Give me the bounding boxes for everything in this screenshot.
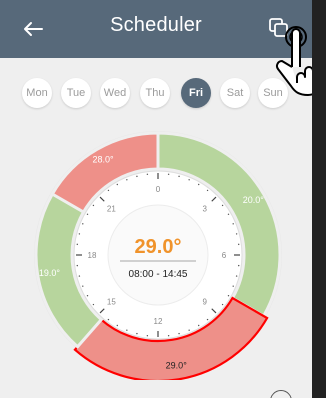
dial-tick — [227, 295, 230, 297]
hour-label: 12 — [154, 317, 163, 326]
segment-temp-label: 28.0° — [92, 155, 114, 165]
dial-tick — [146, 335, 149, 337]
dial-tick — [206, 318, 209, 321]
dial-tick — [116, 183, 119, 186]
hour-label: 18 — [88, 251, 97, 260]
tap-gesture-icon — [276, 26, 314, 96]
dial-tick — [238, 264, 240, 267]
hour-label: 6 — [222, 251, 227, 260]
day-button-fri[interactable]: Fri — [181, 78, 211, 108]
day-button-tue[interactable]: Tue — [61, 78, 91, 108]
dial-tick — [136, 175, 138, 178]
dial-tick — [76, 243, 78, 246]
center-temperature: 29.0° — [135, 236, 182, 258]
segment-temp-label: 19.0° — [39, 268, 61, 278]
day-button-sat[interactable]: Sat — [220, 78, 250, 108]
day-button-wed[interactable]: Wed — [100, 78, 130, 108]
dial-tick — [221, 303, 224, 306]
hour-label: 15 — [107, 298, 116, 307]
segment-temp-label: 29.0° — [166, 361, 188, 371]
dial-tick — [146, 173, 149, 175]
dial-tick — [107, 318, 110, 321]
dial-tick — [78, 275, 81, 277]
day-button-mon[interactable]: Mon — [22, 78, 52, 108]
dial-tick — [232, 223, 234, 225]
dial-tick — [198, 324, 200, 327]
dial-tick — [188, 179, 190, 181]
dial-tick — [82, 285, 84, 287]
center-time-range: 08:00 - 14:45 — [129, 269, 188, 280]
dial-tick — [86, 295, 89, 297]
segment-temp-label: 20.0° — [243, 195, 265, 205]
dial-tick — [107, 189, 110, 192]
dial-tick — [232, 285, 234, 287]
dial-tick — [92, 204, 95, 207]
dial-tick — [126, 179, 128, 181]
schedule-dial[interactable]: 20.0° 29.0° 19.0° 28.0° 0 3 6 9 12 15 18 21 29.0° 08:… — [33, 130, 283, 380]
dial-tick — [92, 303, 95, 306]
dial-tick — [167, 173, 170, 175]
dial-tick — [82, 223, 84, 225]
dial-tick — [221, 204, 224, 207]
dial-tick — [188, 329, 190, 331]
dial-tick — [227, 213, 230, 215]
dial-tick — [178, 332, 180, 335]
dial-tick — [178, 175, 180, 178]
hour-label: 9 — [202, 298, 207, 307]
day-button-thu[interactable]: Thu — [140, 78, 170, 108]
dial-tick — [76, 264, 78, 267]
dial-tick — [167, 335, 170, 337]
dial-tick — [238, 243, 240, 246]
scheduler-screen: Scheduler Mon Tue Wed Thu Fri Sat Sun 20.0° 29.… — [0, 0, 326, 398]
dial-tick — [78, 233, 81, 235]
dial-tick — [206, 189, 209, 192]
dial-tick — [235, 233, 238, 235]
dial-tick — [116, 324, 119, 327]
info-icon[interactable] — [270, 390, 292, 398]
dial-tick — [235, 275, 238, 277]
dial-tick — [198, 183, 200, 186]
device-bezel — [312, 0, 326, 398]
dial-tick — [126, 329, 128, 331]
dial-tick — [136, 332, 138, 335]
hour-label: 3 — [202, 204, 207, 213]
hour-label: 0 — [156, 185, 161, 194]
dial-tick — [86, 213, 89, 215]
hour-label: 21 — [107, 204, 116, 213]
